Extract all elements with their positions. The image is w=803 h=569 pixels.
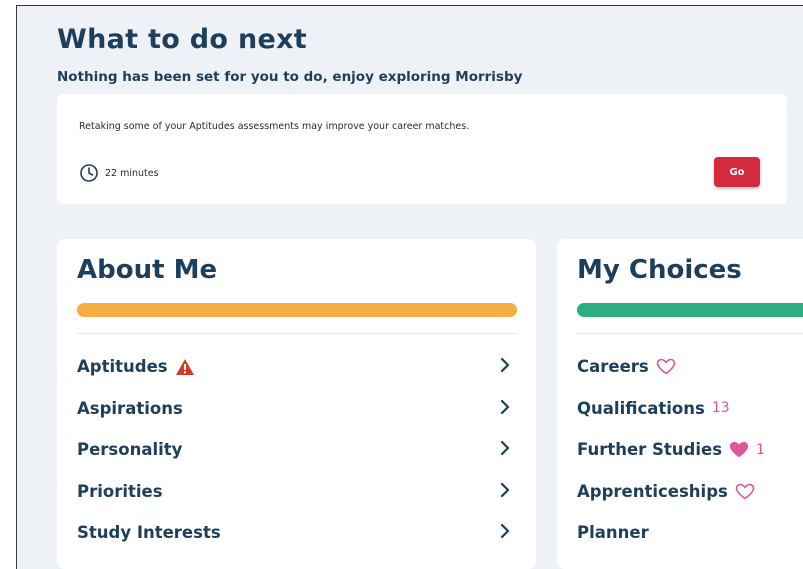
heart-filled-icon[interactable] xyxy=(729,441,749,458)
item-label: Apprenticeships xyxy=(577,481,728,501)
chevron-right-icon xyxy=(500,523,510,539)
item-label: Careers xyxy=(577,357,649,377)
my-choices-panel: My Choices Careers Qualifications 13 Fur… xyxy=(557,239,803,569)
chevron-right-icon xyxy=(500,440,510,456)
chevron-right-icon xyxy=(500,399,510,414)
item-label: Aptitudes xyxy=(77,357,168,377)
qualifications-count: 13 xyxy=(711,400,730,417)
about-me-list: Aptitudes Aspirations Personality Priori… xyxy=(77,346,517,554)
duration-label: 22 minutes xyxy=(105,167,159,179)
my-choices-list: Careers Qualifications 13 Further Studie… xyxy=(577,346,765,554)
heart-outline-icon[interactable] xyxy=(656,358,676,375)
further-studies-count: 1 xyxy=(756,441,765,458)
go-button[interactable]: Go xyxy=(714,157,760,187)
choices-item-planner[interactable]: Planner xyxy=(577,512,765,554)
about-item-aspirations[interactable]: Aspirations xyxy=(77,388,517,430)
warning-icon xyxy=(175,358,194,375)
chevron-right-icon xyxy=(500,357,510,373)
about-item-personality[interactable]: Personality xyxy=(77,429,517,471)
about-me-panel: About Me Aptitudes Aspirations Personali… xyxy=(57,239,536,569)
item-label: Priorities xyxy=(77,481,163,501)
about-item-study-interests[interactable]: Study Interests xyxy=(77,512,517,554)
item-label: Study Interests xyxy=(77,523,221,543)
chevron-right-icon xyxy=(500,482,510,497)
about-item-aptitudes[interactable]: Aptitudes xyxy=(77,346,517,388)
about-me-bar xyxy=(77,303,517,317)
page-subtitle: Nothing has been set for you to do, enjo… xyxy=(57,69,523,85)
task-duration: 22 minutes xyxy=(79,163,159,183)
task-description: Retaking some of your Aptitudes assessme… xyxy=(79,121,470,132)
heart-outline-icon[interactable] xyxy=(735,483,755,500)
item-label: Personality xyxy=(77,440,183,460)
choices-item-qualifications[interactable]: Qualifications 13 xyxy=(577,388,765,430)
item-label: Further Studies xyxy=(577,440,723,460)
divider xyxy=(77,333,517,334)
about-me-title: About Me xyxy=(77,255,218,285)
about-item-priorities[interactable]: Priorities xyxy=(77,471,517,513)
task-card: Retaking some of your Aptitudes assessme… xyxy=(57,94,787,204)
clock-icon xyxy=(80,164,98,182)
choices-item-further-studies[interactable]: Further Studies 1 xyxy=(577,429,765,471)
dashboard-frame: What to do next Nothing has been set for… xyxy=(16,5,803,569)
page-title: What to do next xyxy=(57,24,308,55)
item-label: Aspirations xyxy=(77,398,183,418)
item-label: Qualifications xyxy=(577,398,705,418)
choices-item-apprenticeships[interactable]: Apprenticeships xyxy=(577,471,765,513)
my-choices-bar xyxy=(577,303,803,317)
item-label: Planner xyxy=(577,523,649,543)
choices-item-careers[interactable]: Careers xyxy=(577,346,765,388)
divider xyxy=(577,333,803,334)
my-choices-title: My Choices xyxy=(577,255,742,285)
